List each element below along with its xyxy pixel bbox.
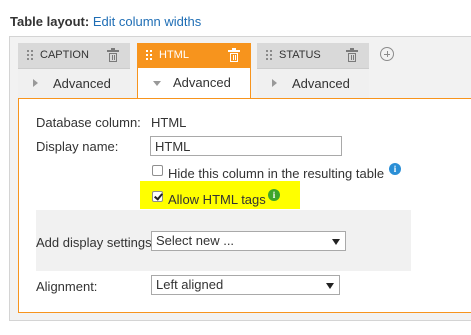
display-name-input[interactable] <box>150 136 342 156</box>
drag-handle-icon[interactable] <box>266 50 274 62</box>
trash-icon[interactable] <box>346 48 358 62</box>
advanced-label: Advanced <box>173 75 231 90</box>
advanced-toggle[interactable]: Advanced <box>137 68 251 100</box>
column-tab-status[interactable]: STATUS Advanced <box>257 43 369 99</box>
add-display-settings-label: Add display settings: <box>36 235 156 250</box>
info-icon[interactable]: i <box>268 189 280 201</box>
table-layout-editor: Table layout: Edit column widths CAPTION… <box>0 0 471 335</box>
column-tab-header[interactable]: CAPTION <box>18 43 130 68</box>
column-tab-header[interactable]: STATUS <box>257 43 369 68</box>
trash-icon[interactable] <box>107 48 119 62</box>
column-title: CAPTION <box>40 49 89 61</box>
chevron-down-icon <box>153 81 161 86</box>
column-tab-header[interactable]: HTML <box>137 43 251 68</box>
plus-circle-icon[interactable] <box>380 47 394 61</box>
allow-html-label[interactable]: Allow HTML tags <box>168 192 266 207</box>
alignment-select[interactable]: Left aligned <box>151 275 340 295</box>
column-title: STATUS <box>279 49 321 61</box>
select-value: Left aligned <box>156 277 224 292</box>
column-tab-caption[interactable]: CAPTION Advanced <box>18 43 130 99</box>
hide-column-checkbox[interactable] <box>152 165 163 176</box>
alignment-label: Alignment: <box>36 279 98 294</box>
allow-html-checkbox[interactable] <box>152 191 163 202</box>
table-layout-header: Table layout: Edit column widths <box>10 14 201 29</box>
add-display-settings-select[interactable]: Select new ... <box>151 231 346 251</box>
table-layout-label: Table layout: <box>10 14 90 29</box>
advanced-toggle[interactable]: Advanced <box>18 68 130 99</box>
column-title: HTML <box>159 49 189 61</box>
chevron-right-icon <box>272 79 277 87</box>
drag-handle-icon[interactable] <box>146 50 154 62</box>
advanced-label: Advanced <box>292 76 350 91</box>
database-column-label: Database column: <box>36 115 141 130</box>
chevron-down-icon <box>326 283 334 289</box>
edit-column-widths-link[interactable]: Edit column widths <box>93 14 201 29</box>
display-name-label: Display name: <box>36 139 119 154</box>
drag-handle-icon[interactable] <box>27 50 35 62</box>
database-column-value: HTML <box>151 115 187 130</box>
trash-icon[interactable] <box>228 48 240 62</box>
info-icon[interactable]: i <box>389 163 401 175</box>
chevron-right-icon <box>33 79 38 87</box>
chevron-down-icon <box>332 239 340 245</box>
hide-column-label[interactable]: Hide this column in the resulting table <box>168 166 384 181</box>
column-tab-html[interactable]: HTML Advanced <box>137 43 251 100</box>
advanced-toggle[interactable]: Advanced <box>257 68 369 99</box>
select-value: Select new ... <box>156 233 235 248</box>
advanced-label: Advanced <box>53 76 111 91</box>
